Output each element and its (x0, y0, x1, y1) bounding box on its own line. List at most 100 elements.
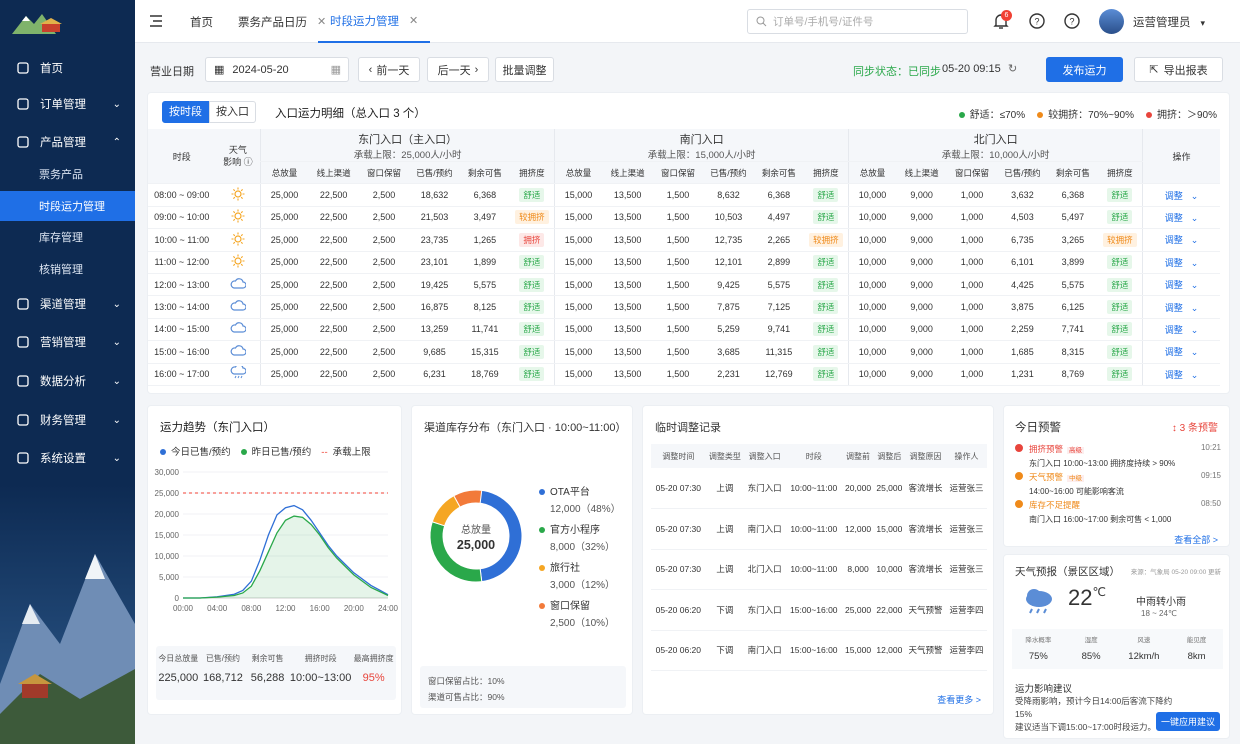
legend-dot (539, 603, 545, 610)
publish-button[interactable]: 发布运力 (1046, 57, 1123, 82)
chevron-down-icon[interactable]: ⌄ (1191, 325, 1199, 335)
adjust-link[interactable]: 调整 (1165, 213, 1183, 223)
cell-value: 5,575 (754, 273, 804, 297)
crowd-tag: 舒适 (813, 344, 839, 359)
subcol-header: 拥挤度 (1097, 161, 1143, 185)
sidebar-item-0[interactable]: 首页 (0, 50, 135, 86)
apply-advice-button[interactable]: 一键应用建议 (1156, 712, 1220, 731)
adjust-link[interactable]: 调整 (1165, 370, 1183, 380)
cell-value: 12,769 (754, 363, 804, 386)
tab-1[interactable]: 票务产品日历 ✕ (238, 0, 326, 43)
sidebar-item-6[interactable]: 财务管理 ⌄ (0, 402, 135, 438)
adjust-link[interactable]: 调整 (1165, 191, 1183, 201)
cell-value: 2,500 (359, 251, 409, 274)
adjust-cell: 20,000 (842, 468, 874, 509)
cloud-icon (215, 295, 261, 319)
menu-toggle-icon[interactable] (149, 14, 163, 28)
user-menu[interactable]: 运营管理员 ▾ (1133, 14, 1205, 30)
adjust-link[interactable]: 调整 (1165, 258, 1183, 268)
subcol-header: 窗口保留 (947, 161, 997, 185)
warnings-view-all[interactable]: 查看全部 > (1174, 533, 1218, 546)
date-picker[interactable]: ▦ 2024-05-20 ▦ (205, 57, 349, 82)
crowd-cell: 舒适 (803, 340, 849, 364)
cell-value: 22,500 (307, 295, 360, 319)
cell-value: 12,101 (702, 251, 755, 274)
chevron-down-icon[interactable]: ⌄ (1191, 280, 1199, 290)
sidebar-item-label: 订单管理 (40, 99, 86, 111)
tab-label: 首页 (190, 16, 213, 29)
cell-value: 1,500 (653, 273, 703, 297)
adjust-more-link[interactable]: 查看更多 > (937, 693, 981, 706)
sidebar-subitem-0[interactable]: 票务产品 (0, 159, 135, 189)
sidebar-item-7[interactable]: 系统设置 ⌄ (0, 440, 135, 476)
avatar[interactable] (1099, 9, 1124, 34)
crowd-tag: 较拥挤 (515, 210, 549, 225)
adjust-link[interactable]: 调整 (1165, 280, 1183, 290)
adjust-link[interactable]: 调整 (1165, 235, 1183, 245)
help-icon[interactable]: ? (1027, 11, 1047, 31)
x-tick: 20:00 (344, 604, 365, 613)
adjust-cell: 10:00~11:00 (785, 508, 843, 550)
subcol-header: 总放量 (554, 161, 602, 185)
sidebar-item-3[interactable]: 渠道管理 ⌄ (0, 286, 135, 322)
row-actions: 调整 ⌄ (1142, 318, 1220, 342)
cell-value: 7,125 (754, 295, 804, 319)
adjust-col-header: 调整入口 (748, 451, 781, 461)
export-button[interactable]: ⇱ 导出报表 (1134, 57, 1223, 82)
weather-metrics: 降水概率 75% 湿度 85% 风速 12km/h 能见度 8km (1012, 629, 1223, 669)
tab-0[interactable]: 首页 (190, 0, 213, 43)
warning-item[interactable]: 库存不足提醒 08:50 南门入口 16:00~17:00 剩余可售 < 1,000 (1015, 499, 1221, 525)
gate-name: 南门入口 (679, 134, 724, 146)
sidebar-subitem-3[interactable]: 核销管理 (0, 254, 135, 284)
seg-by-time[interactable]: 按时段 (162, 101, 209, 123)
crowd-tag: 舒适 (813, 300, 839, 315)
chevron-down-icon[interactable]: ⌄ (1191, 303, 1199, 313)
cell-value: 6,231 (408, 363, 461, 386)
crowd-tag: 舒适 (1107, 210, 1133, 225)
refresh-icon[interactable]: ↻ (1008, 62, 1017, 75)
sidebar-item-1[interactable]: 订单管理 ⌄ (0, 86, 135, 122)
sidebar-subitem-1[interactable]: 时段运力管理 (0, 191, 135, 221)
cell-value: 13,500 (601, 318, 654, 342)
warning-desc: 东门入口 10:00~13:00 拥挤度持续 > 90% (1029, 459, 1176, 468)
chevron-down-icon[interactable]: ⌄ (1191, 347, 1199, 357)
chevron-down-icon[interactable]: ⌄ (1191, 191, 1199, 201)
adjust-link[interactable]: 调整 (1165, 303, 1183, 313)
sidebar-item-4[interactable]: 营销管理 ⌄ (0, 324, 135, 360)
cell-value: 9,000 (895, 228, 948, 252)
seg-by-gate[interactable]: 按入口 (209, 101, 256, 123)
stat-label: 最高拥挤度 (353, 654, 394, 663)
adjust-cell: 上调 (705, 508, 745, 550)
crowd-cell: 舒适 (1097, 363, 1143, 386)
temp-value: 22 (1068, 585, 1093, 610)
adjust-link[interactable]: 调整 (1165, 347, 1183, 357)
sidebar-item-2[interactable]: 产品管理 ⌃ (0, 124, 135, 160)
chevron-down-icon[interactable]: ⌄ (1191, 258, 1199, 268)
question-icon[interactable]: ? (1062, 11, 1082, 31)
adjust-link[interactable]: 调整 (1165, 325, 1183, 335)
cell-value: 10,000 (848, 340, 896, 364)
batch-adjust-button[interactable]: 批量调整 (495, 57, 554, 82)
search-input[interactable]: 订单号/手机号/证件号 (747, 9, 968, 34)
sidebar-subitem-2[interactable]: 库存管理 (0, 222, 135, 252)
cell-value: 6,368 (460, 183, 510, 207)
toolbar: 营业日期 ▦ 2024-05-20 ▦ ‹ 前一天 后一天 › 批量调整 同步状态：… (150, 57, 1227, 82)
warning-item[interactable]: 天气预警 中级 09:15 14:00~16:00 可能影响客流 (1015, 471, 1221, 497)
tab-2[interactable]: 时段运力管理 ✕ (318, 0, 431, 43)
cell-value: 1,500 (653, 228, 703, 252)
subcol-header: 窗口保留 (653, 161, 703, 185)
close-icon[interactable]: ✕ (409, 14, 418, 27)
date-label: 营业日期 (150, 66, 194, 78)
chevron-down-icon[interactable]: ⌄ (1191, 370, 1199, 380)
crowd-tag: 舒适 (519, 277, 545, 292)
crowd-tag: 舒适 (813, 367, 839, 382)
yesterday-area (183, 516, 388, 598)
prev-day-button[interactable]: ‹ 前一天 (358, 57, 420, 82)
finance-icon (16, 413, 30, 427)
sidebar-item-5[interactable]: 数据分析 ⌄ (0, 363, 135, 399)
next-day-button[interactable]: 后一天 › (427, 57, 489, 82)
cell-value: 11,315 (754, 340, 804, 364)
chevron-down-icon[interactable]: ⌄ (1191, 235, 1199, 245)
chevron-down-icon[interactable]: ⌄ (1191, 213, 1199, 223)
warning-item[interactable]: 拥挤预警 高级 10:21 东门入口 10:00~13:00 拥挤度持续 > 90% (1015, 443, 1221, 469)
